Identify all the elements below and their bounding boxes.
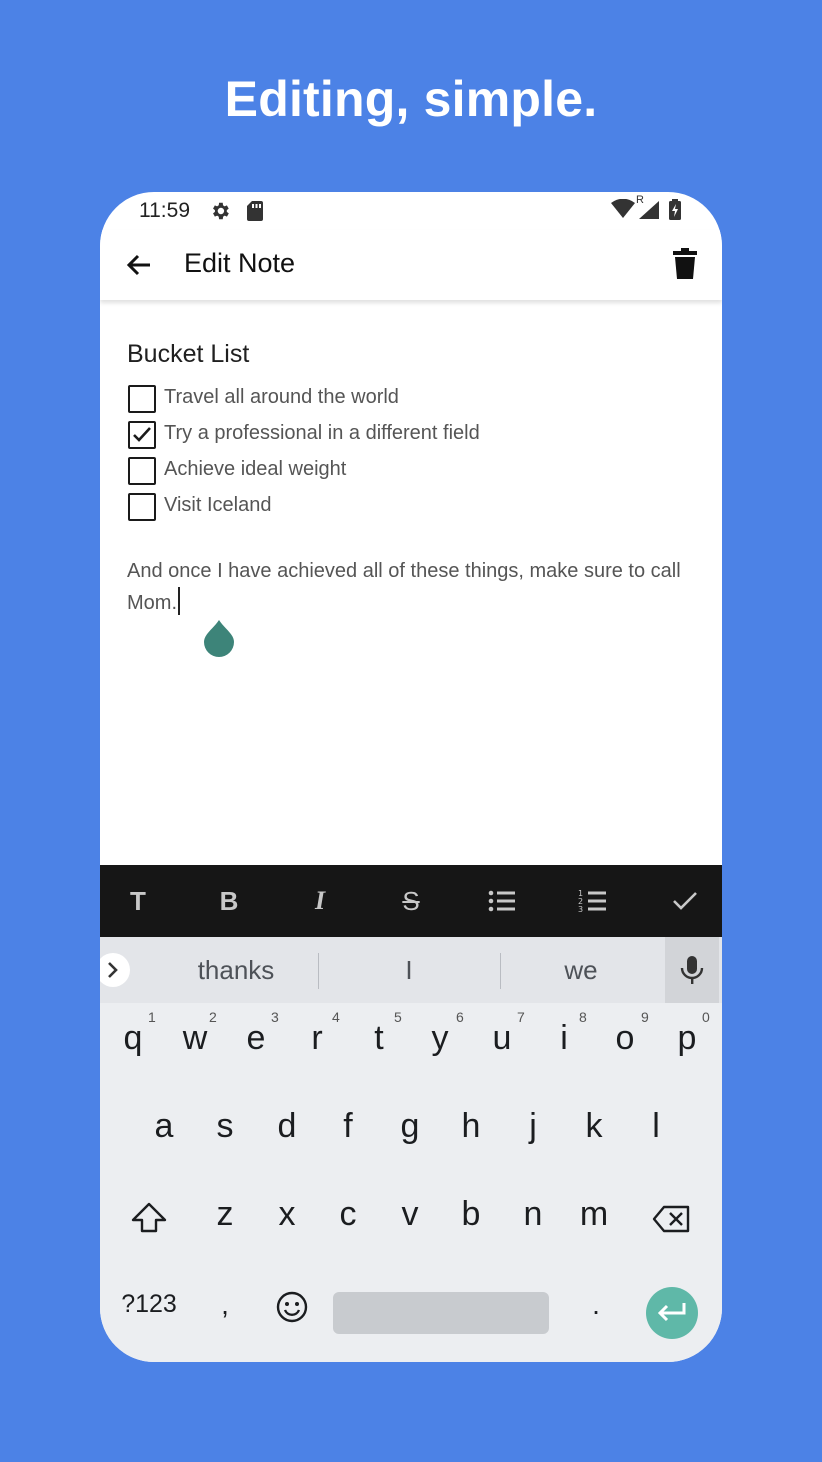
suggestion-divider bbox=[318, 953, 319, 989]
key-hint: 0 bbox=[702, 1009, 710, 1025]
key-z[interactable]: z bbox=[200, 1195, 250, 1234]
backspace-key[interactable] bbox=[646, 1199, 696, 1248]
key-n[interactable]: n bbox=[508, 1195, 558, 1234]
checklist-item-label: Try a professional in a different field bbox=[164, 422, 480, 444]
arrow-left-icon bbox=[126, 254, 150, 276]
key-v[interactable]: v bbox=[385, 1195, 435, 1234]
wifi-icon bbox=[610, 198, 636, 224]
key-f[interactable]: f bbox=[323, 1107, 373, 1146]
key-d[interactable]: d bbox=[262, 1107, 312, 1146]
checkbox-unchecked[interactable] bbox=[128, 493, 156, 521]
note-title[interactable]: Bucket List bbox=[127, 340, 249, 369]
text-size-button[interactable]: T bbox=[120, 883, 156, 919]
checklist-item-label: Travel all around the world bbox=[164, 386, 399, 408]
emoji-key[interactable] bbox=[267, 1287, 317, 1336]
key-h[interactable]: h bbox=[446, 1107, 496, 1146]
checkbox-unchecked[interactable] bbox=[128, 385, 156, 413]
page-title: Edit Note bbox=[184, 248, 296, 278]
chevron-right-icon bbox=[108, 962, 118, 978]
battery-icon bbox=[668, 199, 682, 226]
note-body[interactable]: And once I have achieved all of these th… bbox=[127, 556, 687, 619]
microphone-icon bbox=[680, 956, 704, 984]
bold-button[interactable]: B bbox=[211, 883, 247, 919]
space-bar[interactable] bbox=[333, 1292, 549, 1334]
key-hint: 1 bbox=[148, 1009, 156, 1025]
checkbox-checked[interactable] bbox=[128, 421, 156, 449]
key-k[interactable]: k bbox=[569, 1107, 619, 1146]
emoji-icon bbox=[276, 1291, 308, 1323]
key-hint: 9 bbox=[641, 1009, 649, 1025]
sd-card-icon bbox=[246, 200, 264, 227]
text-cursor bbox=[178, 587, 180, 615]
key-m[interactable]: m bbox=[569, 1195, 619, 1234]
voice-input-button[interactable] bbox=[665, 937, 719, 1003]
key-c[interactable]: c bbox=[323, 1195, 373, 1234]
headline: Editing, simple. bbox=[224, 71, 598, 127]
key-hint: 6 bbox=[456, 1009, 464, 1025]
note-body-text: And once I have achieved all of these th… bbox=[127, 560, 681, 614]
backspace-icon bbox=[652, 1205, 690, 1233]
gear-icon bbox=[209, 200, 231, 227]
numbered-list-button[interactable]: 123 bbox=[575, 883, 611, 919]
key-x[interactable]: x bbox=[262, 1195, 312, 1234]
expand-button[interactable] bbox=[100, 953, 130, 987]
key-hint: 7 bbox=[517, 1009, 525, 1025]
trash-icon bbox=[673, 248, 697, 279]
key-hint: 8 bbox=[579, 1009, 587, 1025]
app-bar: Edit Note bbox=[100, 230, 722, 300]
key-a[interactable]: a bbox=[139, 1107, 189, 1146]
soft-keyboard: thanks I we q w e r t y u i o p 1 2 3 4 … bbox=[100, 937, 722, 1362]
suggestion-3[interactable]: we bbox=[501, 955, 661, 986]
checkbox-unchecked[interactable] bbox=[128, 457, 156, 485]
format-toolbar: T B I S 123 bbox=[100, 865, 722, 937]
cursor-handle[interactable] bbox=[202, 618, 236, 658]
key-hint: 5 bbox=[394, 1009, 402, 1025]
italic-button[interactable]: I bbox=[302, 883, 338, 919]
shift-icon bbox=[131, 1202, 167, 1233]
key-g[interactable]: g bbox=[385, 1107, 435, 1146]
checkmark-icon bbox=[133, 427, 151, 442]
check-icon bbox=[673, 892, 697, 910]
key-s[interactable]: s bbox=[200, 1107, 250, 1146]
key-hint: 2 bbox=[209, 1009, 217, 1025]
enter-button[interactable] bbox=[646, 1287, 698, 1339]
delete-button[interactable] bbox=[670, 247, 700, 281]
key-hint: 4 bbox=[332, 1009, 340, 1025]
key-j[interactable]: j bbox=[508, 1107, 558, 1146]
checklist-item-label: Visit Iceland bbox=[164, 494, 272, 516]
note-editor[interactable]: Bucket List Travel all around the world … bbox=[100, 300, 722, 865]
period-key[interactable]: . bbox=[571, 1289, 621, 1321]
key-l[interactable]: l bbox=[631, 1107, 681, 1146]
bullet-list-icon bbox=[488, 890, 515, 912]
shift-key[interactable] bbox=[124, 1199, 174, 1248]
status-time: 11:59 bbox=[139, 199, 190, 222]
svg-text:3: 3 bbox=[578, 905, 583, 914]
bullet-list-button[interactable] bbox=[484, 883, 520, 919]
key-b[interactable]: b bbox=[446, 1195, 496, 1234]
done-button[interactable] bbox=[667, 883, 703, 919]
symbols-key[interactable]: ?123 bbox=[114, 1290, 184, 1319]
status-bar: 11:59 R bbox=[100, 192, 722, 230]
comma-key[interactable]: , bbox=[200, 1289, 250, 1321]
back-button[interactable] bbox=[122, 248, 156, 282]
suggestion-1[interactable]: thanks bbox=[156, 955, 316, 986]
suggestion-strip: thanks I we bbox=[100, 937, 722, 1003]
key-hint: 3 bbox=[271, 1009, 279, 1025]
suggestion-2[interactable]: I bbox=[329, 955, 489, 986]
enter-icon bbox=[657, 1303, 686, 1322]
checklist-item-label: Achieve ideal weight bbox=[164, 458, 347, 480]
strikethrough-button[interactable]: S bbox=[393, 883, 429, 919]
numbered-list-icon: 123 bbox=[578, 889, 606, 914]
signal-icon bbox=[638, 200, 660, 225]
phone-screen: 11:59 R Edit Note Bucket List Travel all… bbox=[100, 192, 722, 1362]
